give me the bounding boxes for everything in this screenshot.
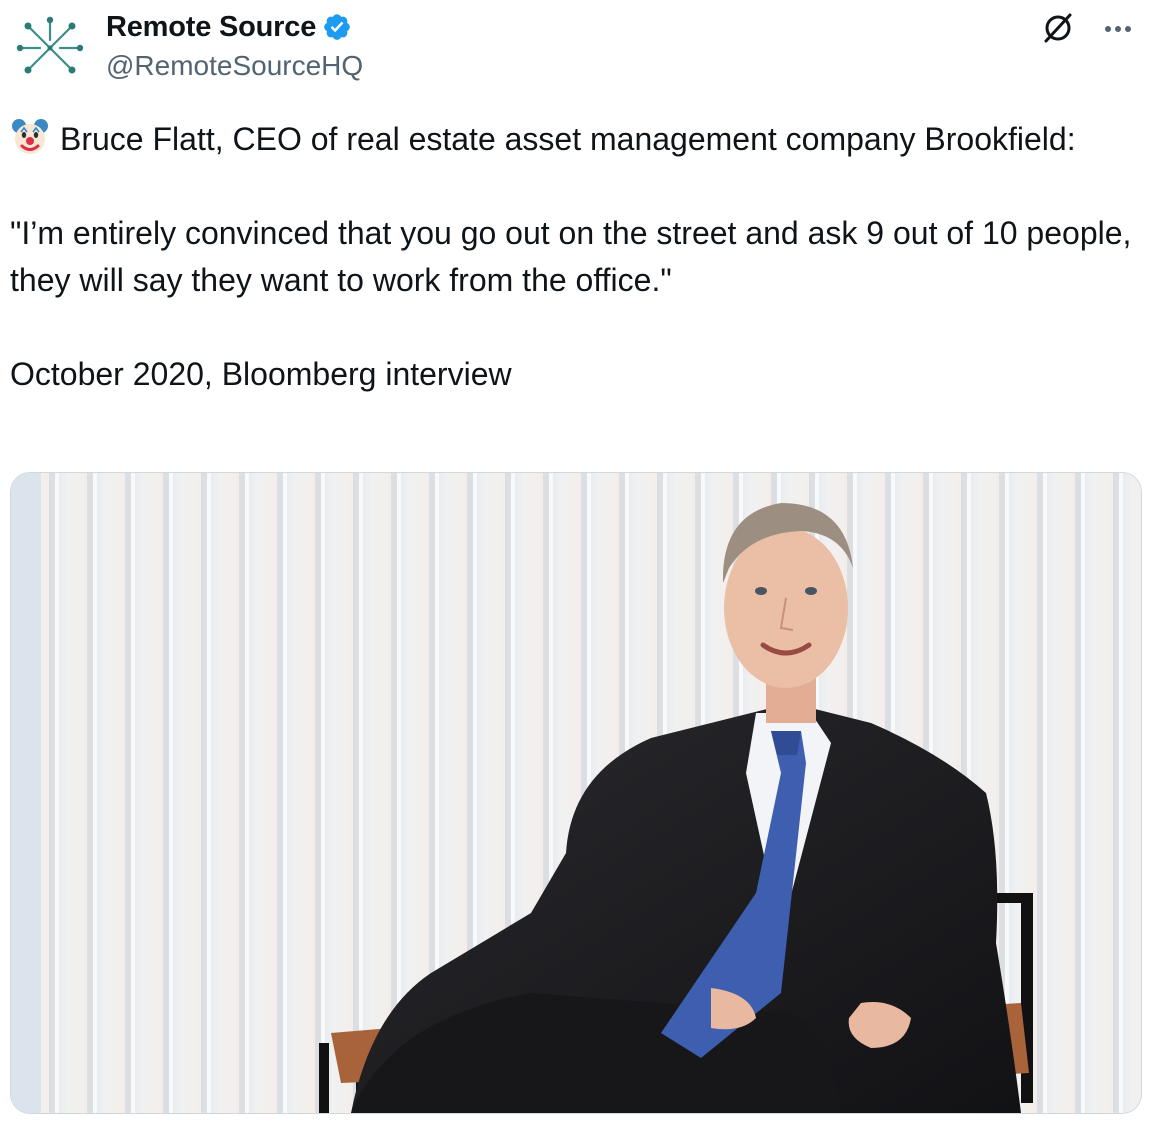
tweet-text: Bruce Flatt, CEO of real estate asset ma… — [10, 116, 1142, 398]
clown-face-emoji-icon — [10, 117, 50, 157]
more-horizontal-icon[interactable] — [1096, 14, 1140, 44]
verified-badge-icon — [322, 12, 352, 42]
grok-icon[interactable] — [1040, 10, 1076, 46]
tweet-media-photo[interactable] — [10, 472, 1142, 1114]
tweet-intro-text: Bruce Flatt, CEO of real estate asset ma… — [60, 121, 1076, 157]
photo-image — [11, 473, 1141, 1113]
user-handle[interactable]: @RemoteSourceHQ — [106, 50, 363, 82]
tweet-header: Remote Source @RemoteSourceHQ — [0, 0, 1152, 100]
name-row: Remote Source — [106, 8, 352, 46]
network-node-logo-icon — [16, 16, 84, 74]
display-name[interactable]: Remote Source — [106, 11, 316, 44]
tweet-quote-text: "I’m entirely convinced that you go out … — [10, 215, 1141, 298]
tweet-source-text: October 2020, Bloomberg interview — [10, 356, 512, 392]
tweet-line-1: Bruce Flatt, CEO of real estate asset ma… — [10, 116, 1142, 163]
avatar[interactable] — [14, 12, 86, 84]
